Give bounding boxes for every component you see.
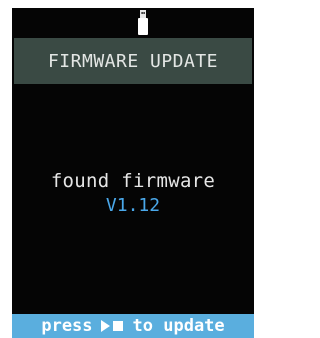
footer-hint-bar: press to update — [12, 314, 254, 338]
status-panel: found firmware V1.12 — [12, 170, 254, 216]
page-title: FIRMWARE UPDATE — [47, 50, 219, 72]
screen-header: FIRMWARE UPDATE — [14, 38, 252, 84]
status-message: found firmware — [50, 170, 216, 192]
play-pause-icon — [100, 320, 123, 332]
footer-suffix: to update — [132, 316, 225, 336]
usb-drive-icon — [138, 10, 148, 35]
firmware-version: V1.12 — [105, 195, 161, 216]
footer-prefix: press — [41, 316, 93, 336]
device-screen: FIRMWARE UPDATE found firmware V1.12 pre… — [12, 8, 254, 338]
